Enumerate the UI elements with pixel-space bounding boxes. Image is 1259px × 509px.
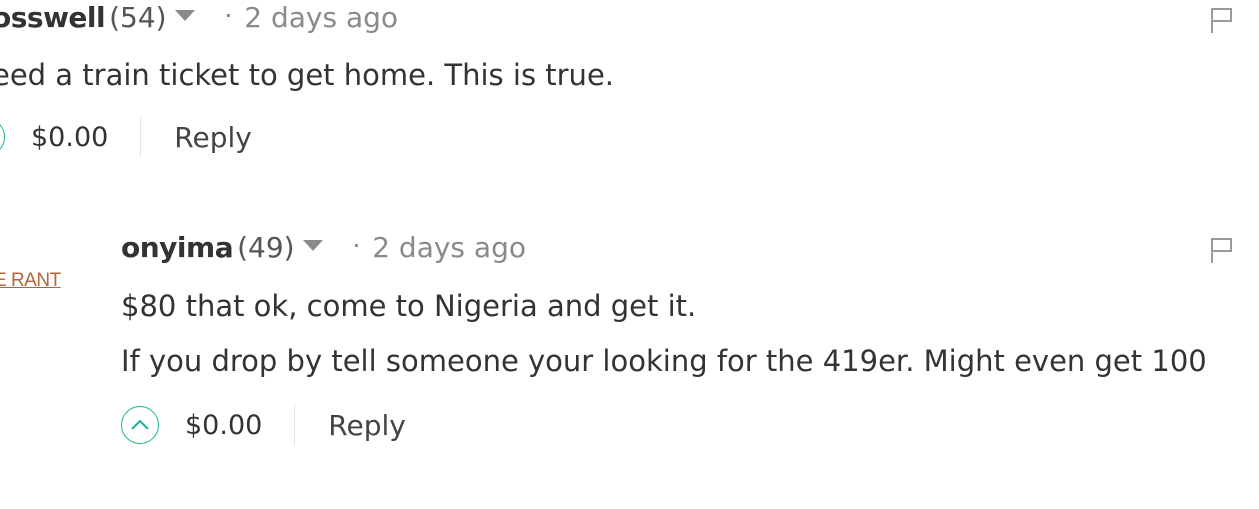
comment-body-line: $80 that ok, come to Nigeria and get it. [121, 289, 697, 323]
author-reputation: (54) [109, 1, 167, 34]
reply-button[interactable]: Reply [174, 121, 252, 154]
comment-header: onyima (49) · 2 days ago [121, 230, 526, 267]
caret-down-icon[interactable] [174, 10, 195, 21]
comment-body-line: If you drop by tell someone your looking… [121, 344, 1207, 378]
action-divider [140, 116, 142, 158]
comment-body-line: eed a train ticket to get home. This is … [0, 58, 614, 92]
upvote-button[interactable] [0, 118, 5, 156]
comment-header: osswell (54) · 2 days ago [0, 0, 398, 37]
payout-value[interactable]: $0.00 [31, 122, 108, 153]
separator-dot: · [352, 232, 361, 260]
payout-value[interactable]: $0.00 [185, 410, 262, 441]
action-divider [294, 404, 296, 446]
flag-icon[interactable] [1209, 236, 1235, 268]
author-reputation: (49) [237, 231, 295, 264]
avatar[interactable]: E RANT [0, 270, 61, 292]
flag-icon[interactable] [1209, 6, 1235, 38]
chevron-up-icon [131, 419, 149, 430]
reply-button[interactable]: Reply [328, 409, 406, 442]
upvote-button[interactable] [121, 406, 159, 444]
comment-timestamp[interactable]: 2 days ago [244, 0, 398, 36]
separator-dot: · [224, 2, 233, 30]
comment-timestamp[interactable]: 2 days ago [372, 230, 526, 266]
comment-thread: osswell (54) · 2 days ago eed a train ti… [0, 0, 1259, 509]
comment-actions: $0.00 Reply [0, 116, 252, 158]
comment-actions: $0.00 Reply [121, 404, 406, 446]
author-username[interactable]: onyima [121, 230, 234, 266]
caret-down-icon[interactable] [302, 240, 323, 251]
author-username[interactable]: osswell [0, 0, 106, 36]
